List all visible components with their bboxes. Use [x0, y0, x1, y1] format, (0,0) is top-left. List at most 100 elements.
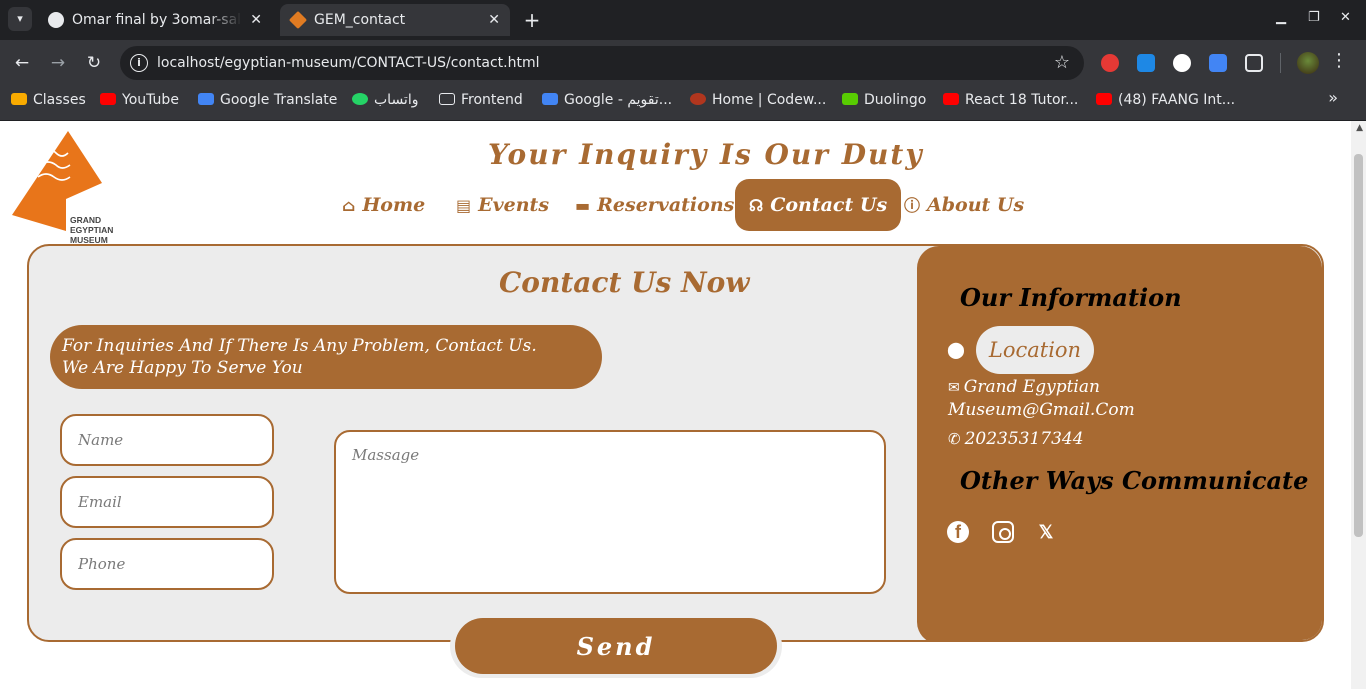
x-icon[interactable]: 𝕏 [1035, 521, 1057, 543]
forward-icon[interactable]: → [46, 51, 70, 75]
nav-events[interactable]: ▤ Events [456, 179, 549, 231]
facebook-icon[interactable]: f [947, 521, 969, 543]
ticket-icon: ▬ [575, 196, 591, 215]
calendar-icon [542, 93, 558, 105]
bookmark-label: (48) FAANG Int... [1118, 92, 1236, 108]
bookmark-label: Google Translate [220, 92, 338, 108]
newspaper-icon: ▤ [456, 196, 472, 215]
bookmark-faang[interactable]: (48) FAANG Int... [1096, 86, 1235, 114]
whatsapp-icon [352, 93, 368, 105]
nav-reservations[interactable]: ▬ Reservations [575, 179, 734, 231]
logo-line: GRAND [70, 215, 102, 225]
bookmark-label: Duolingo [864, 92, 927, 108]
profile-avatar[interactable] [1297, 52, 1319, 74]
location-button[interactable]: Location [976, 326, 1094, 374]
envelope-icon: ✉ [948, 380, 960, 396]
codewars-icon [690, 93, 706, 105]
nav-home[interactable]: ⌂ Home [342, 179, 425, 231]
bookmark-label: Google - تقويم... [564, 92, 673, 108]
map-pin-icon: ⬤ [947, 340, 965, 359]
duolingo-icon [842, 93, 858, 105]
tab-strip: ▾ Omar final by 3omar-salah ✕ GEM_contac… [0, 0, 1366, 40]
nav-label: Contact Us [770, 194, 888, 216]
circle-extension-icon[interactable] [1173, 54, 1191, 72]
toolbar-divider [1280, 53, 1281, 73]
send-button[interactable]: Send [455, 618, 777, 674]
contact-phone[interactable]: ✆ 20235317344 [948, 429, 1084, 449]
tab-title: Omar final by 3omar-salah [72, 12, 242, 28]
bookmark-google-calendar[interactable]: Google - تقويم... [542, 86, 672, 114]
bookmark-google-translate[interactable]: Google Translate [198, 86, 337, 114]
bookmark-whatsapp[interactable]: واتساب [352, 86, 418, 114]
youtube-icon [1096, 93, 1112, 105]
tab-gem-contact[interactable]: GEM_contact ✕ [280, 4, 510, 36]
bookmark-youtube[interactable]: YouTube [100, 86, 179, 114]
bookmarks-bar: Classes YouTube Google Translate واتساب … [0, 86, 1366, 121]
gem-logo[interactable]: GRAND EGYPTIAN MUSEUM [10, 131, 122, 245]
bookmark-duolingo[interactable]: Duolingo [842, 86, 926, 114]
phone-field[interactable] [60, 538, 274, 590]
bookmark-label: YouTube [122, 92, 179, 108]
translate-icon [198, 93, 214, 105]
nav-label: Events [478, 194, 550, 216]
page-scrollbar[interactable]: ▲ [1351, 121, 1366, 689]
s-extension-icon[interactable] [1137, 54, 1155, 72]
translate-extension-icon[interactable] [1209, 54, 1227, 72]
browser-toolbar: ← → ↻ i localhost/egyptian-museum/CONTAC… [0, 40, 1366, 86]
window-close-icon[interactable]: ✕ [1340, 10, 1351, 25]
inquiry-notice: For Inquiries And If There Is Any Proble… [50, 325, 602, 389]
bookmark-label: واتساب [374, 92, 419, 108]
info-panel: Our Information ⬤ Location ✉ Grand Egypti… [917, 246, 1322, 640]
pen-icon [288, 10, 308, 30]
url-text[interactable]: localhost/egyptian-museum/CONTACT-US/con… [157, 46, 540, 80]
browser-menu-icon[interactable]: ⋮ [1330, 50, 1348, 71]
nav-about-us[interactable]: ⓘ About Us [904, 179, 1024, 231]
bookmark-react-tutorial[interactable]: React 18 Tutor... [943, 86, 1078, 114]
email-field[interactable] [60, 476, 274, 528]
site-info-icon[interactable]: i [130, 54, 148, 72]
adblock-extension-icon[interactable] [1101, 54, 1119, 72]
tab-close-icon[interactable]: ✕ [488, 4, 500, 36]
info-icon: ⓘ [904, 196, 921, 215]
nav-label: Reservations [597, 194, 735, 216]
send-button-wrapper: Send [450, 614, 782, 678]
message-field[interactable] [334, 430, 886, 594]
nav-label: About Us [927, 194, 1025, 216]
maximize-icon[interactable]: ❐ [1308, 10, 1320, 25]
reload-icon[interactable]: ↻ [82, 51, 106, 75]
extensions-puzzle-icon[interactable] [1245, 54, 1263, 72]
address-bar[interactable]: i localhost/egyptian-museum/CONTACT-US/c… [120, 46, 1084, 80]
github-icon [48, 12, 64, 28]
tab-close-icon[interactable]: ✕ [250, 4, 262, 36]
minimize-icon[interactable]: ▁ [1276, 10, 1286, 25]
classroom-icon [11, 93, 27, 105]
youtube-icon [943, 93, 959, 105]
instagram-icon[interactable] [992, 521, 1014, 543]
headset-icon: ☊ [749, 196, 764, 215]
tab-title: GEM_contact [314, 12, 406, 28]
tab-omar-final[interactable]: Omar final by 3omar-salah ✕ [38, 4, 272, 36]
our-information-title: Our Information [960, 283, 1182, 312]
bookmark-star-icon[interactable]: ☆ [1054, 46, 1070, 80]
logo-line: EGYPTIAN [70, 225, 114, 235]
back-icon[interactable]: ← [10, 51, 34, 75]
web-page: GRAND EGYPTIAN MUSEUM Your Inquiry Is Ou… [0, 121, 1366, 689]
logo-wordmark: GRAND EGYPTIAN MUSEUM [70, 215, 113, 245]
scroll-thumb[interactable] [1354, 154, 1363, 537]
phone-number: 20235317344 [964, 429, 1084, 449]
notice-line: For Inquiries And If There Is Any Proble… [62, 336, 537, 356]
nav-label: Home [362, 194, 426, 216]
bookmark-frontend[interactable]: Frontend [439, 86, 523, 114]
nav-contact-us[interactable]: ☊ Contact Us [735, 179, 902, 231]
scroll-up-icon[interactable]: ▲ [1356, 123, 1363, 133]
contact-email[interactable]: ✉ Grand Egyptian Museum@Gmail.Com [948, 376, 1178, 421]
more-bookmarks-icon[interactable]: » [1328, 88, 1338, 107]
page-headline: Your Inquiry Is Our Duty [488, 138, 924, 171]
tab-search-button[interactable]: ▾ [8, 7, 32, 31]
notice-line: We Are Happy To Serve You [62, 358, 303, 378]
bookmark-codewars[interactable]: Home | Codew... [690, 86, 826, 114]
new-tab-button[interactable]: + [520, 8, 544, 32]
bookmark-classes[interactable]: Classes [11, 86, 86, 114]
name-field[interactable] [60, 414, 274, 466]
bookmark-label: React 18 Tutor... [965, 92, 1079, 108]
